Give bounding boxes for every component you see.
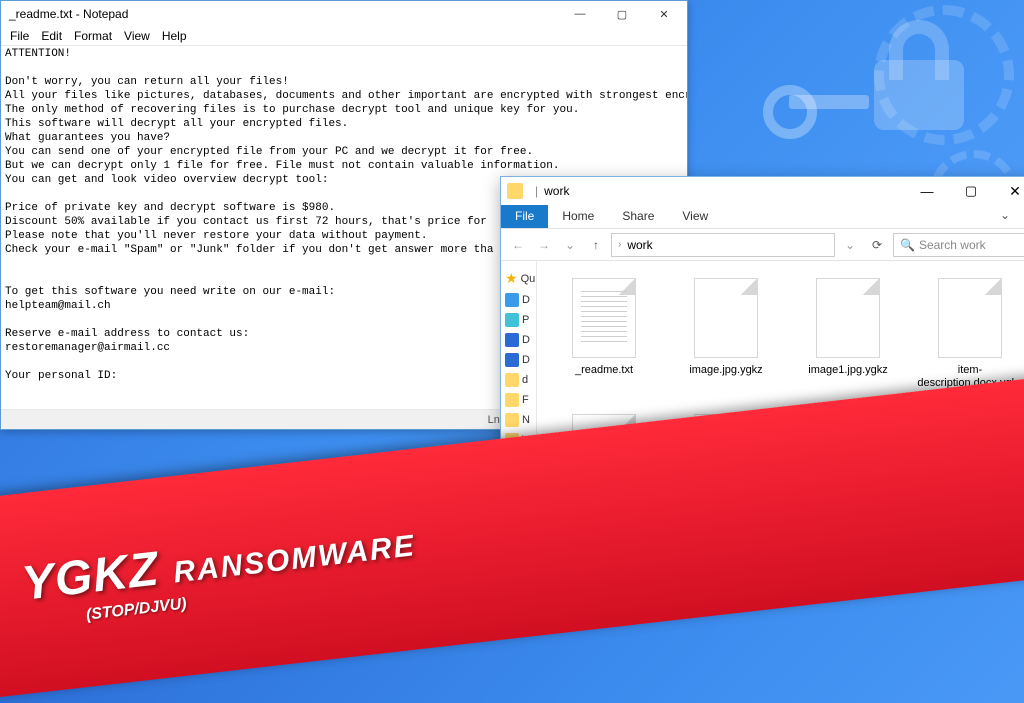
- maximize-button[interactable]: ▢: [949, 177, 993, 205]
- search-input[interactable]: 🔍 Search work: [893, 233, 1024, 257]
- explorer-address-row: ← → ⌄ ↑ › work ⌄ ⟳ 🔍 Search work: [501, 229, 1024, 261]
- sidebar-item[interactable]: D: [503, 330, 534, 350]
- ribbon-tab-view[interactable]: View: [668, 205, 722, 228]
- lock-icon: [889, 20, 949, 80]
- menu-format[interactable]: Format: [69, 28, 117, 44]
- sidebar-item[interactable]: d: [503, 370, 534, 390]
- nav-back-button[interactable]: ←: [507, 234, 529, 256]
- minimize-button[interactable]: —: [905, 177, 949, 205]
- explorer-titlebar[interactable]: | work — ▢ ✕: [501, 177, 1024, 205]
- explorer-title: work: [544, 184, 905, 198]
- blank-file-icon: [694, 278, 758, 358]
- close-button[interactable]: ✕: [993, 177, 1024, 205]
- folder-icon: [505, 393, 519, 407]
- menu-help[interactable]: Help: [157, 28, 192, 44]
- titlebar-pipe: |: [535, 184, 538, 198]
- sidebar-item[interactable]: P: [503, 310, 534, 330]
- notepad-titlebar[interactable]: _readme.txt - Notepad — ▢ ✕: [1, 1, 687, 27]
- nav-recent-button[interactable]: ⌄: [559, 234, 581, 256]
- menu-view[interactable]: View: [119, 28, 155, 44]
- address-bar[interactable]: › work: [611, 233, 835, 257]
- notepad-menubar: File Edit Format View Help: [1, 27, 687, 46]
- menu-edit[interactable]: Edit: [36, 28, 67, 44]
- sidebar-item[interactable]: D: [503, 350, 534, 370]
- gear-icon: [874, 5, 1014, 145]
- folder-icon: [505, 293, 519, 307]
- folder-icon: [505, 373, 519, 387]
- address-path: work: [627, 238, 652, 252]
- close-button[interactable]: ✕: [643, 1, 685, 27]
- folder-icon: [505, 313, 519, 327]
- music-icon: [505, 413, 519, 427]
- maximize-button[interactable]: ▢: [601, 1, 643, 27]
- folder-icon: [507, 183, 523, 199]
- search-icon: 🔍: [900, 238, 915, 252]
- lock-icon: [874, 60, 964, 130]
- file-item[interactable]: _readme.txt: [545, 271, 663, 401]
- ribbon-file-tab[interactable]: File: [501, 205, 548, 228]
- ribbon-tab-home[interactable]: Home: [548, 205, 608, 228]
- search-placeholder: Search work: [919, 238, 986, 252]
- refresh-button[interactable]: ⟳: [865, 238, 889, 252]
- sidebar-quick-access[interactable]: ★Qu: [503, 267, 534, 290]
- nav-up-button[interactable]: ↑: [585, 234, 607, 256]
- sidebar-item[interactable]: F: [503, 390, 534, 410]
- ribbon-tab-share[interactable]: Share: [608, 205, 668, 228]
- help-icon[interactable]: ?: [1015, 205, 1024, 228]
- explorer-ribbon: File Home Share View ⌄ ?: [501, 205, 1024, 229]
- key-icon: [789, 95, 869, 109]
- file-item[interactable]: image1.jpg.ygkz: [789, 271, 907, 401]
- text-file-icon: [572, 278, 636, 358]
- minimize-button[interactable]: —: [559, 1, 601, 27]
- folder-icon: [505, 353, 519, 367]
- ribbon-collapse-icon[interactable]: ⌄: [995, 205, 1015, 228]
- menu-file[interactable]: File: [5, 28, 34, 44]
- file-label: _readme.txt: [575, 364, 633, 377]
- blank-file-icon: [938, 278, 1002, 358]
- sidebar-item[interactable]: N: [503, 410, 534, 430]
- file-label: image1.jpg.ygkz: [808, 364, 888, 377]
- notepad-title: _readme.txt - Notepad: [9, 7, 559, 21]
- file-item[interactable]: image.jpg.ygkz: [667, 271, 785, 401]
- sidebar-item[interactable]: D: [503, 290, 534, 310]
- file-label: image.jpg.ygkz: [689, 364, 762, 377]
- star-icon: ★: [505, 270, 518, 287]
- address-dropdown-icon[interactable]: ⌄: [839, 234, 861, 256]
- download-icon: [505, 333, 519, 347]
- blank-file-icon: [816, 278, 880, 358]
- chevron-right-icon: ›: [618, 239, 621, 250]
- nav-forward-button[interactable]: →: [533, 234, 555, 256]
